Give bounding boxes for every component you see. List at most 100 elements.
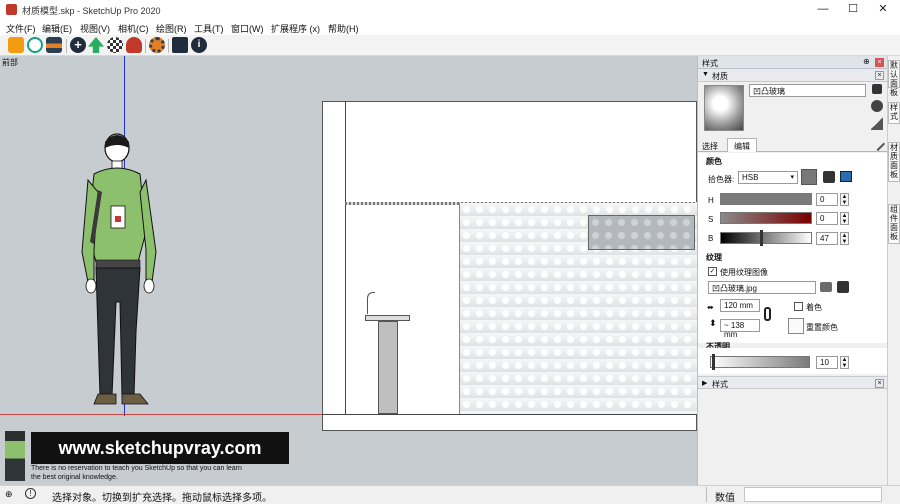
texture-width-input[interactable]: 120 mm bbox=[720, 299, 760, 312]
menu-tools[interactable]: 工具(T) bbox=[194, 22, 224, 35]
texture-height-input[interactable]: ~ 138 mm bbox=[720, 319, 760, 339]
gear-icon[interactable] bbox=[149, 37, 165, 53]
floor-edge bbox=[322, 414, 697, 415]
default-tray-panel: 样式 ⊕ × ▼ 材质 × 凹凸玻璃 选择 编辑 颜色 拾色器: HSB ▾ H… bbox=[697, 56, 887, 485]
checker-sphere-icon[interactable] bbox=[107, 37, 123, 53]
menu-camera[interactable]: 相机(C) bbox=[118, 22, 149, 35]
watermark-line-2: the best original knowledge. bbox=[31, 474, 118, 481]
colorize-checkbox[interactable] bbox=[794, 302, 803, 311]
use-texture-checkbox[interactable]: ✓ bbox=[708, 267, 717, 276]
toolbar-divider bbox=[145, 39, 146, 53]
geo-location-icon[interactable]: ⊕ bbox=[5, 489, 13, 500]
panel-title: 样式 bbox=[702, 59, 718, 68]
eyedropper-icon[interactable] bbox=[870, 136, 886, 152]
color-heading: 颜色 bbox=[706, 157, 722, 166]
sink-pedestal[interactable] bbox=[378, 321, 398, 414]
b-slider[interactable] bbox=[720, 232, 812, 244]
measurements-input[interactable] bbox=[744, 487, 882, 502]
mail-icon[interactable] bbox=[172, 37, 188, 53]
styles-section-header[interactable]: ▶ 样式 × bbox=[698, 376, 887, 389]
lock-aspect-link-icon[interactable] bbox=[764, 307, 771, 321]
materials-section-header[interactable]: ▼ 材质 × bbox=[698, 69, 887, 82]
wall-edge bbox=[345, 101, 346, 415]
h-spinner[interactable]: ▲ ▼ bbox=[840, 193, 849, 206]
watermark-line-1: There is no reservation to teach you Ske… bbox=[31, 465, 242, 472]
display-secondary-icon[interactable] bbox=[872, 84, 882, 94]
menu-extensions[interactable]: 扩展程序 (x) bbox=[271, 22, 320, 35]
tray-tab-materials[interactable]: 材质面板 bbox=[888, 142, 900, 182]
upload-icon[interactable] bbox=[88, 37, 104, 53]
opacity-spinner[interactable]: ▲ ▼ bbox=[840, 356, 849, 369]
layers-icon[interactable] bbox=[46, 37, 62, 53]
create-material-icon[interactable] bbox=[871, 100, 883, 112]
status-bar: ⊕ ! 选择对象。切换到扩充选择。拖动鼠标选择多项。 数值 bbox=[0, 485, 900, 504]
pin-icon[interactable]: ⊕ bbox=[863, 57, 870, 66]
s-input[interactable]: 0 bbox=[816, 212, 838, 225]
tray-empty-area bbox=[698, 390, 887, 485]
reset-color-swatch[interactable] bbox=[788, 318, 804, 334]
texture-heading: 纹理 bbox=[706, 253, 722, 262]
menu-window[interactable]: 窗口(W) bbox=[231, 22, 264, 35]
panel-close-icon[interactable]: × bbox=[875, 58, 884, 67]
use-texture-label: 使用纹理图像 bbox=[720, 268, 768, 277]
cloud-upload-icon[interactable] bbox=[126, 37, 142, 53]
info-icon[interactable]: ! bbox=[25, 488, 36, 499]
tray-tab-styles[interactable]: 样式 bbox=[888, 102, 900, 124]
match-screen-color-icon[interactable] bbox=[840, 171, 852, 182]
menu-edit[interactable]: 编辑(E) bbox=[42, 22, 72, 35]
current-color-swatch[interactable] bbox=[801, 169, 817, 185]
info-icon[interactable]: i bbox=[191, 37, 207, 53]
add-icon[interactable]: + bbox=[70, 37, 86, 53]
h-label: H bbox=[708, 196, 714, 205]
faucet bbox=[367, 292, 375, 314]
b-input[interactable]: 47 bbox=[816, 232, 838, 245]
status-divider bbox=[706, 487, 707, 502]
opacity-slider[interactable] bbox=[710, 356, 810, 368]
picker-label: 拾色器: bbox=[708, 175, 735, 184]
status-message: 选择对象。切换到扩充选择。拖动鼠标选择多项。 bbox=[52, 493, 272, 504]
sample-paint-icon[interactable] bbox=[871, 116, 883, 130]
s-slider[interactable] bbox=[720, 212, 812, 224]
section-close-icon[interactable]: × bbox=[875, 379, 884, 388]
menu-view[interactable]: 视图(V) bbox=[80, 22, 110, 35]
h-input[interactable]: 0 bbox=[816, 193, 838, 206]
material-name-input[interactable]: 凹凸玻璃 bbox=[749, 84, 866, 97]
texture-file-input[interactable]: 凹凸玻璃.jpg bbox=[708, 281, 816, 294]
refresh-icon[interactable] bbox=[27, 37, 43, 53]
3d-viewport[interactable]: 前部 www.sketchupvray.com There is no rese… bbox=[0, 56, 697, 485]
b-slider-thumb[interactable] bbox=[760, 230, 763, 246]
styles-section-label: 样式 bbox=[712, 380, 728, 389]
tab-select[interactable]: 选择 bbox=[702, 141, 718, 152]
vray-render-icon[interactable] bbox=[8, 37, 24, 53]
menu-bar: 文件(F) 编辑(E) 视图(V) 相机(C) 绘图(R) 工具(T) 窗口(W… bbox=[0, 19, 900, 35]
browse-folder-icon[interactable] bbox=[820, 282, 832, 292]
tray-tab-default[interactable]: 默认面板 bbox=[888, 60, 900, 97]
scene-tab[interactable]: 前部 bbox=[2, 57, 18, 68]
chevron-down-icon: ▾ bbox=[790, 174, 794, 181]
expand-arrow-icon: ▶ bbox=[702, 380, 708, 387]
opacity-input[interactable]: 10 bbox=[816, 356, 838, 369]
match-model-color-icon[interactable] bbox=[823, 171, 835, 183]
section-close-icon[interactable]: × bbox=[875, 71, 884, 80]
panel-header: 样式 ⊕ × bbox=[698, 56, 887, 69]
h-slider[interactable] bbox=[720, 193, 812, 205]
b-spinner[interactable]: ▲ ▼ bbox=[840, 232, 849, 245]
watermark-figure-icon bbox=[5, 431, 25, 481]
opacity-slider-thumb[interactable] bbox=[712, 354, 715, 370]
maximize-button[interactable]: ☐ bbox=[838, 2, 868, 17]
close-button[interactable]: ✕ bbox=[868, 2, 898, 17]
minimize-button[interactable]: — bbox=[808, 2, 838, 17]
menu-help[interactable]: 帮助(H) bbox=[328, 22, 359, 35]
s-spinner[interactable]: ▲ ▼ bbox=[840, 212, 849, 225]
color-picker-select[interactable]: HSB ▾ bbox=[738, 171, 798, 184]
tray-tab-components[interactable]: 组件面板 bbox=[888, 204, 900, 244]
edit-texture-icon[interactable] bbox=[837, 281, 849, 293]
collapse-arrow-icon: ▼ bbox=[702, 71, 709, 78]
menu-draw[interactable]: 绘图(R) bbox=[156, 22, 187, 35]
menu-file[interactable]: 文件(F) bbox=[6, 22, 36, 35]
material-preview-swatch[interactable] bbox=[704, 85, 744, 131]
tab-edit[interactable]: 编辑 bbox=[727, 138, 757, 152]
watermark-url: www.sketchupvray.com bbox=[31, 432, 289, 464]
selected-glass-face[interactable] bbox=[588, 215, 695, 250]
window-title: 材质模型.skp - SketchUp Pro 2020 bbox=[22, 6, 161, 16]
